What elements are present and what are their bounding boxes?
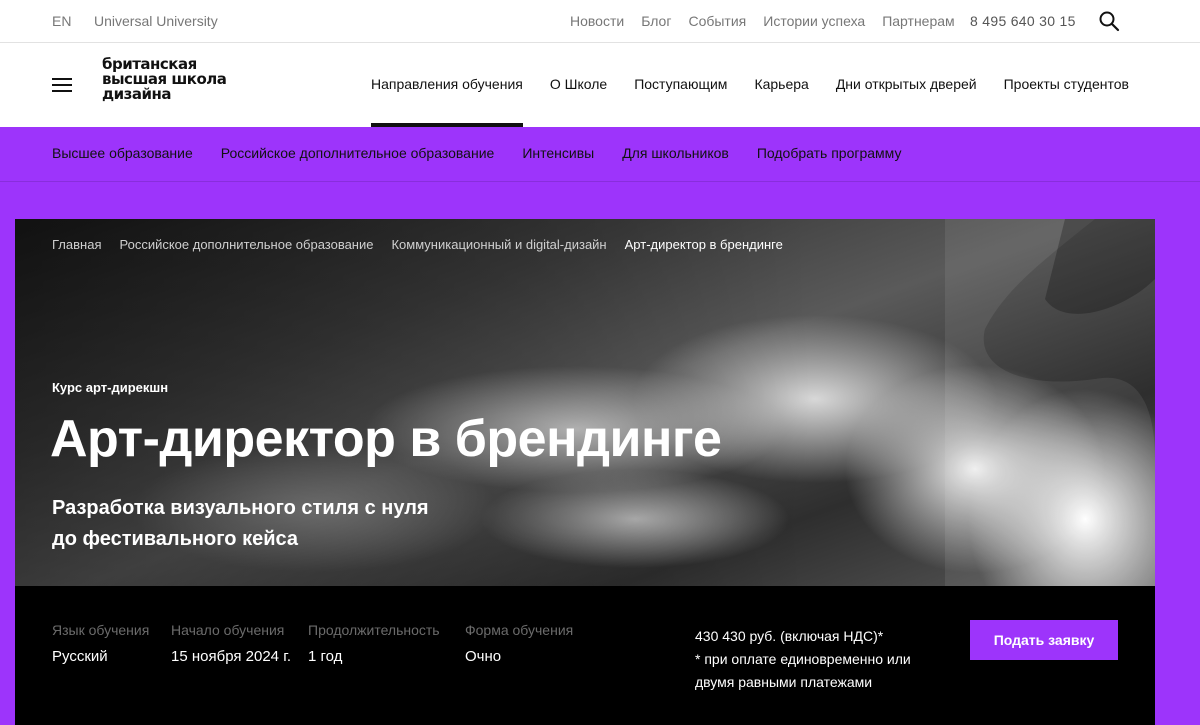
subnav-item-choose-program[interactable]: Подобрать программу bbox=[757, 145, 902, 161]
fact-label: Продолжительность bbox=[308, 622, 440, 638]
breadcrumb-home[interactable]: Главная bbox=[52, 237, 101, 252]
utility-links: Новости Блог События Истории успеха Парт… bbox=[570, 13, 955, 29]
page-subtitle: Разработка визуального стиля с нуля до ф… bbox=[52, 493, 512, 555]
nav-item-student-projects[interactable]: Проекты студентов bbox=[1004, 44, 1129, 127]
main-nav: Направления обучения О Школе Поступающим… bbox=[371, 44, 1156, 127]
course-kicker: Курс арт-дирекшн bbox=[52, 380, 169, 395]
fact-value: Русский bbox=[52, 648, 108, 665]
utility-link-news[interactable]: Новости bbox=[570, 13, 624, 29]
fact-duration: Продолжительность 1 год bbox=[308, 622, 440, 665]
breadcrumb: Главная Российское дополнительное образо… bbox=[52, 237, 783, 252]
fact-label: Начало обучения bbox=[171, 622, 285, 638]
fact-study-form: Форма обучения Очно bbox=[465, 622, 573, 665]
utility-bar: EN Universal University Новости Блог Соб… bbox=[0, 0, 1200, 43]
search-icon[interactable] bbox=[1098, 10, 1120, 32]
page-title: Арт-директор в брендинге bbox=[50, 410, 722, 468]
nav-item-about[interactable]: О Школе bbox=[550, 44, 607, 127]
fact-value: 1 год bbox=[308, 648, 343, 665]
fact-label: Язык обучения bbox=[52, 622, 150, 638]
menu-icon[interactable] bbox=[52, 78, 72, 94]
price-note-line-2: двумя равными платежами bbox=[695, 674, 873, 690]
nav-item-applicants[interactable]: Поступающим bbox=[634, 44, 727, 127]
utility-link-blog[interactable]: Блог bbox=[641, 13, 671, 29]
breadcrumb-communication-design[interactable]: Коммуникационный и digital-дизайн bbox=[391, 237, 606, 252]
phone-number[interactable]: 8 495 640 30 15 bbox=[970, 13, 1076, 29]
subtitle-line-1: Разработка визуального стиля с нуля bbox=[52, 497, 429, 519]
nav-item-study-directions[interactable]: Направления обучения bbox=[371, 44, 523, 127]
fact-value: Очно bbox=[465, 648, 502, 665]
nav-item-career[interactable]: Карьера bbox=[754, 44, 808, 127]
fact-start-date: Начало обучения 15 ноября 2024 г. bbox=[171, 622, 291, 665]
utility-link-success-stories[interactable]: Истории успеха bbox=[763, 13, 865, 29]
fact-value: 15 ноября 2024 г. bbox=[171, 648, 291, 665]
subnav-item-higher-education[interactable]: Высшее образование bbox=[52, 145, 193, 161]
logo[interactable]: британская высшая школа дизайна bbox=[102, 57, 252, 102]
subnav-divider bbox=[0, 181, 1200, 182]
utility-link-events[interactable]: События bbox=[688, 13, 746, 29]
fact-label: Форма обучения bbox=[465, 622, 574, 638]
subtitle-line-2: до фестивального кейса bbox=[52, 528, 298, 550]
hero-banner: Главная Российское дополнительное образо… bbox=[15, 219, 1155, 586]
breadcrumb-additional-education[interactable]: Российское дополнительное образование bbox=[119, 237, 373, 252]
main-header: британская высшая школа дизайна Направле… bbox=[0, 44, 1200, 127]
sub-nav: Высшее образование Российское дополнител… bbox=[52, 145, 901, 161]
utility-link-partners[interactable]: Партнерам bbox=[882, 13, 954, 29]
fact-language: Язык обучения Русский bbox=[52, 622, 149, 665]
language-switch[interactable]: EN bbox=[52, 13, 71, 29]
subnav-item-schoolchildren[interactable]: Для школьников bbox=[622, 145, 729, 161]
hero-abstract-shape bbox=[945, 219, 1155, 586]
logo-line-3: дизайна bbox=[102, 85, 171, 103]
universal-university-link[interactable]: Universal University bbox=[94, 13, 218, 29]
price-amount: 430 430 руб. (включая НДС)* bbox=[695, 628, 884, 644]
breadcrumb-current: Арт-директор в брендинге bbox=[624, 237, 783, 252]
price-block: 430 430 руб. (включая НДС)* * при оплате… bbox=[695, 625, 955, 694]
nav-item-open-days[interactable]: Дни открытых дверей bbox=[836, 44, 977, 127]
subnav-item-additional-education[interactable]: Российское дополнительное образование bbox=[221, 145, 495, 161]
course-info-bar: Язык обучения Русский Начало обучения 15… bbox=[15, 586, 1155, 725]
price-note-line-1: * при оплате единовременно или bbox=[695, 651, 911, 667]
subnav-item-intensives[interactable]: Интенсивы bbox=[522, 145, 594, 161]
apply-button[interactable]: Подать заявку bbox=[970, 620, 1118, 660]
